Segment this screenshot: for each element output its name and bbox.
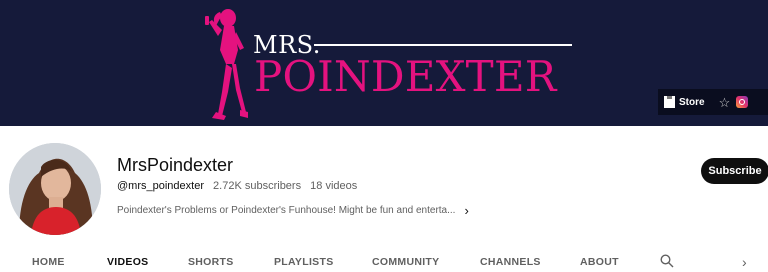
instagram-icon[interactable] (736, 96, 749, 108)
chevron-right-icon: › (464, 203, 469, 218)
tab-videos[interactable]: VIDEOS (107, 256, 148, 268)
star-icon[interactable]: ☆ (719, 96, 731, 109)
description-text: Poindexter's Problems or Poindexter's Fu… (117, 205, 456, 216)
chevron-right-icon[interactable]: › (742, 254, 747, 270)
channel-banner: MRS. POINDEXTER Store ☆ (0, 0, 768, 126)
tab-shorts[interactable]: SHORTS (188, 256, 234, 268)
tab-playlists[interactable]: PLAYLISTS (274, 256, 334, 268)
store-label: Store (679, 96, 705, 108)
store-link[interactable]: Store (664, 96, 705, 108)
tab-about[interactable]: ABOUT (580, 256, 619, 268)
channel-name: MrsPoindexter (117, 155, 234, 175)
channel-meta: @mrs_poindexter 2.72K subscribers 18 vid… (117, 180, 363, 192)
tab-channels[interactable]: CHANNELS (480, 256, 541, 268)
channel-tabs: HOME VIDEOS SHORTS PLAYLISTS COMMUNITY C… (0, 250, 768, 272)
video-count: 18 videos (310, 180, 358, 192)
tab-home[interactable]: HOME (32, 256, 65, 268)
channel-avatar[interactable] (9, 143, 101, 235)
channel-handle: @mrs_poindexter (117, 180, 204, 192)
subscriber-count: 2.72K subscribers (213, 180, 302, 192)
dancer-silhouette-logo (205, 9, 248, 120)
brand-divider-line (314, 44, 572, 46)
brand-name: POINDEXTER (254, 52, 557, 101)
channel-description[interactable]: Poindexter's Problems or Poindexter's Fu… (117, 203, 469, 218)
banner-links: Store ☆ (658, 89, 768, 115)
search-icon[interactable] (660, 254, 674, 268)
store-icon (664, 96, 675, 108)
subscribe-button[interactable]: Subscribe (701, 158, 768, 184)
tab-community[interactable]: COMMUNITY (372, 256, 439, 268)
avatar-photo (9, 143, 101, 235)
